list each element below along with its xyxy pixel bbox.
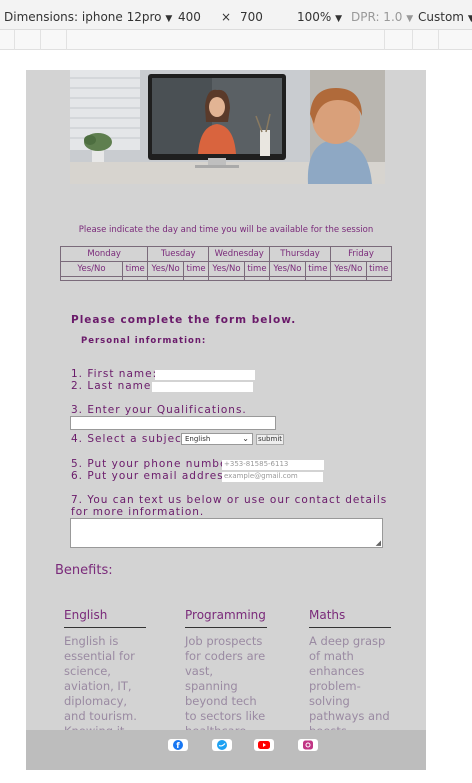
day-header: Wednesday [208, 246, 271, 262]
hero-image [70, 70, 385, 184]
chevron-down-icon: ⌄ [242, 434, 249, 443]
benefit-text: Job prospects for coders are vast, spann… [185, 634, 266, 738]
form-subtitle: Personal information: [81, 336, 207, 346]
table-row: Yes/No time Yes/No time Yes/No time Yes/… [60, 261, 393, 277]
yes-no-cell[interactable]: Yes/No [269, 261, 306, 277]
time-cell[interactable]: time [365, 261, 393, 277]
throttle-label: Custom [418, 10, 464, 24]
zoom-dropdown[interactable]: 100% ▼ [297, 10, 342, 24]
benefit-text: A deep grasp of math enhances problem-so… [309, 634, 390, 738]
twitter-icon[interactable] [212, 739, 232, 751]
resize-grip-icon[interactable]: ◢ [376, 540, 381, 547]
benefit-title: Maths [309, 608, 391, 628]
media-query-ruler[interactable] [0, 30, 472, 50]
hero-illustration [70, 70, 385, 184]
day-header: Thursday [269, 246, 332, 262]
last-name-input[interactable] [152, 382, 253, 392]
phone-input[interactable]: +353-81585-6113 [222, 460, 324, 470]
time-cell[interactable]: time [304, 261, 332, 277]
chevron-down-icon: ▼ [335, 14, 343, 24]
last-name-label: 2. Last name: [71, 380, 156, 392]
time-cell[interactable]: time [243, 261, 271, 277]
devtools-device-toolbar: Dimensions: iphone 12pro ▼ 400 × 700 100… [0, 0, 472, 30]
zoom-label: 100% [297, 10, 332, 24]
table-row [60, 276, 393, 281]
facebook-icon[interactable]: f [168, 739, 188, 751]
availability-prompt: Please indicate the day and time you wil… [78, 225, 374, 235]
email-label: 6. Put your email address [71, 470, 231, 482]
email-input[interactable]: example@gmail.com [222, 472, 323, 482]
benefit-title: Programming [185, 608, 267, 628]
phone-label: 5. Put your phone number [71, 458, 233, 470]
benefit-title: English [64, 608, 146, 628]
chevron-down-icon: ▼ [406, 14, 414, 24]
first-name-label: 1. First name: [71, 368, 158, 380]
subject-label: 4. Select a subject [71, 433, 187, 445]
availability-table: Monday Tuesday Wednesday Thursday Friday… [59, 246, 393, 281]
message-label-line2: for more information. [71, 506, 205, 518]
subject-select-value: English [185, 435, 211, 443]
device-dimensions-dropdown[interactable]: Dimensions: iphone 12pro ▼ [4, 10, 172, 24]
instagram-icon[interactable] [298, 739, 318, 751]
first-name-input[interactable] [155, 370, 255, 380]
yes-no-cell[interactable]: Yes/No [60, 261, 123, 277]
table-row: Monday Tuesday Wednesday Thursday Friday [59, 246, 392, 262]
time-cell[interactable]: time [182, 261, 210, 277]
benefit-card-maths: Maths A deep grasp of math enhances prob… [309, 608, 391, 739]
message-textarea[interactable]: ◢ [70, 518, 383, 548]
subject-select[interactable]: English ⌄ [181, 433, 253, 445]
benefit-text: English is essential for science, aviati… [64, 634, 137, 738]
day-header: Tuesday [147, 246, 210, 262]
benefit-card-programming: Programming Job prospects for coders are… [185, 608, 267, 739]
yes-no-cell[interactable]: Yes/No [208, 261, 245, 277]
chevron-down-icon: ▼ [467, 14, 472, 24]
footer: f [26, 730, 426, 770]
message-label-line1: 7. You can text us below or use our cont… [71, 494, 388, 506]
submit-button[interactable]: submit [256, 434, 284, 445]
form-title: Please complete the form below. [71, 314, 297, 326]
device-dimensions-label: Dimensions: iphone 12pro [4, 10, 162, 24]
width-field[interactable]: 400 [178, 10, 201, 24]
device-viewport: Please indicate the day and time you wil… [26, 70, 426, 770]
dpr-label: DPR: 1.0 [351, 10, 403, 24]
chevron-down-icon: ▼ [165, 14, 173, 24]
dpr-dropdown[interactable]: DPR: 1.0 ▼ [351, 10, 413, 24]
svg-text:f: f [176, 741, 180, 750]
time-cell[interactable]: time [121, 261, 149, 277]
yes-no-cell[interactable]: Yes/No [330, 261, 367, 277]
benefits-title: Benefits: [55, 563, 113, 578]
yes-no-cell[interactable]: Yes/No [147, 261, 184, 277]
height-field[interactable]: 700 [240, 10, 263, 24]
times-sign: × [221, 10, 232, 24]
qualifications-input[interactable] [70, 416, 276, 430]
day-header: Monday [59, 246, 149, 262]
throttle-dropdown[interactable]: Custom ▼ [418, 10, 472, 24]
benefit-card-english: English English is essential for science… [64, 608, 146, 739]
qualifications-label: 3. Enter your Qualifications. [71, 404, 247, 416]
youtube-icon[interactable] [254, 739, 274, 751]
day-header: Friday [330, 246, 392, 262]
